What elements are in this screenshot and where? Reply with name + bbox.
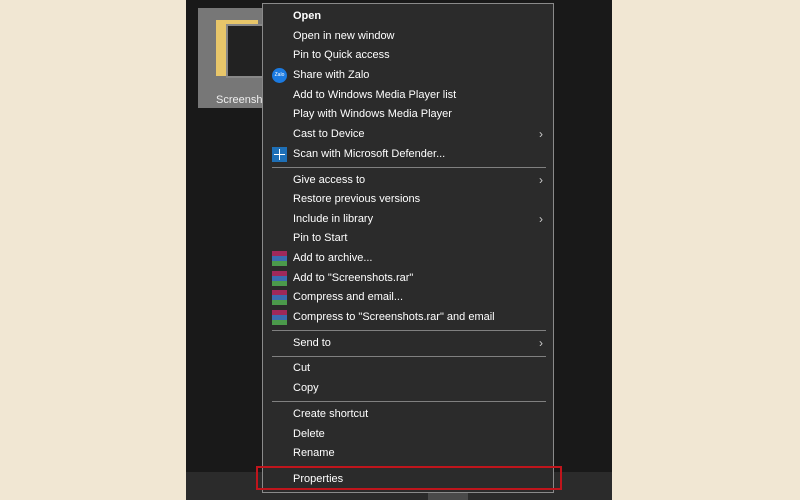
menu-item-compress-rar-email[interactable]: Compress to "Screenshots.rar" and email xyxy=(263,308,553,327)
label: Send to xyxy=(293,337,331,349)
menu-item-restore-versions[interactable]: Restore previous versions xyxy=(263,190,553,209)
menu-item-compress-email[interactable]: Compress and email... xyxy=(263,288,553,307)
zalo-icon: Zalo xyxy=(272,68,287,83)
label: Copy xyxy=(293,382,319,394)
winrar-icon xyxy=(272,310,287,325)
menu-item-open-new-window[interactable]: Open in new window xyxy=(263,27,553,46)
menu-item-give-access[interactable]: Give access to › xyxy=(263,171,553,190)
label: Add to archive... xyxy=(293,252,373,264)
label: Pin to Quick access xyxy=(293,49,390,61)
menu-item-copy[interactable]: Copy xyxy=(263,379,553,398)
label: Compress to "Screenshots.rar" and email xyxy=(293,311,495,323)
label: Open xyxy=(293,10,322,22)
label: Restore previous versions xyxy=(293,193,421,205)
winrar-icon xyxy=(272,290,287,305)
label: Add to Windows Media Player list xyxy=(293,89,457,101)
menu-item-add-wmp-list[interactable]: Add to Windows Media Player list xyxy=(263,86,553,105)
label: Pin to Start xyxy=(293,232,348,244)
context-menu: Open Open in new window Pin to Quick acc… xyxy=(262,3,554,493)
chevron-right-icon: › xyxy=(539,173,543,187)
chevron-right-icon: › xyxy=(539,127,543,141)
winrar-icon xyxy=(272,251,287,266)
menu-item-pin-start[interactable]: Pin to Start xyxy=(263,229,553,248)
menu-item-add-rar[interactable]: Add to "Screenshots.rar" xyxy=(263,269,553,288)
label: Create shortcut xyxy=(293,408,369,420)
menu-item-cast-to-device[interactable]: Cast to Device › xyxy=(263,125,553,144)
label: Open in new window xyxy=(293,30,395,42)
menu-item-play-wmp[interactable]: Play with Windows Media Player xyxy=(263,105,553,124)
label: Delete xyxy=(293,428,325,440)
chevron-right-icon: › xyxy=(539,336,543,350)
menu-item-scan-defender[interactable]: Scan with Microsoft Defender... xyxy=(263,145,553,164)
label: Rename xyxy=(293,447,335,459)
menu-item-create-shortcut[interactable]: Create shortcut xyxy=(263,405,553,424)
label: Scan with Microsoft Defender... xyxy=(293,148,446,160)
menu-item-rename[interactable]: Rename xyxy=(263,444,553,463)
winrar-icon xyxy=(272,271,287,286)
menu-item-share-zalo[interactable]: Zalo Share with Zalo xyxy=(263,66,553,85)
separator xyxy=(272,401,546,402)
label: Cut xyxy=(293,362,311,374)
label: Share with Zalo xyxy=(293,69,370,81)
scrollbar[interactable] xyxy=(428,492,468,500)
properties-highlight-box xyxy=(256,466,562,490)
label: Compress and email... xyxy=(293,291,404,303)
chevron-right-icon: › xyxy=(539,212,543,226)
label: Play with Windows Media Player xyxy=(293,108,452,120)
menu-item-pin-quick-access[interactable]: Pin to Quick access xyxy=(263,46,553,65)
menu-item-open[interactable]: Open xyxy=(263,7,553,26)
menu-item-add-archive[interactable]: Add to archive... xyxy=(263,249,553,268)
label: Give access to xyxy=(293,174,366,186)
label: Add to "Screenshots.rar" xyxy=(293,272,414,284)
separator xyxy=(272,167,546,168)
separator xyxy=(272,356,546,357)
menu-item-delete[interactable]: Delete xyxy=(263,425,553,444)
menu-item-cut[interactable]: Cut xyxy=(263,359,553,378)
menu-item-include-library[interactable]: Include in library › xyxy=(263,210,553,229)
defender-shield-icon xyxy=(272,147,287,162)
menu-item-send-to[interactable]: Send to › xyxy=(263,334,553,353)
label: Include in library xyxy=(293,213,374,225)
separator xyxy=(272,330,546,331)
label: Cast to Device xyxy=(293,128,365,140)
